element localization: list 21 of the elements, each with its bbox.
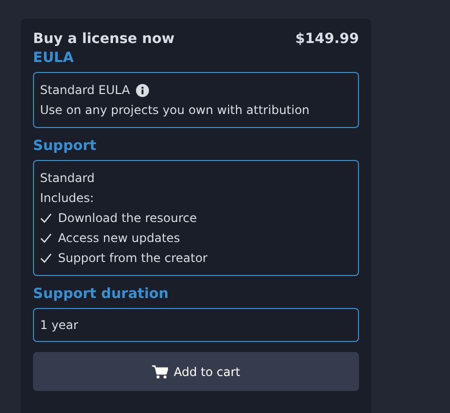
card-title: Buy a license now	[33, 31, 175, 47]
support-option[interactable]: Standard Includes: Download the resource Access new updates Support from the creator	[33, 160, 359, 276]
feature-text: Support from the creator	[58, 251, 208, 265]
feature-text: Access new updates	[58, 231, 180, 245]
duration-field[interactable]: 1 year	[33, 308, 359, 342]
section-heading: Support	[33, 138, 98, 154]
section-heading: EULA	[33, 50, 75, 66]
check-icon	[40, 253, 52, 263]
check-icon	[40, 213, 52, 223]
add-to-cart-button[interactable]: Add to cart	[33, 352, 359, 391]
support-name: Standard	[40, 170, 96, 187]
cart-icon	[152, 364, 168, 378]
feature-text: Download the resource	[58, 211, 197, 225]
info-icon[interactable]	[136, 84, 149, 96]
price: $149.99	[295, 31, 359, 47]
eula-description: Use on any projects you own with attribution	[40, 102, 311, 119]
eula-name: Standard EULA	[40, 83, 130, 97]
includes-label: Includes:	[40, 190, 95, 207]
check-icon	[40, 233, 52, 243]
eula-option[interactable]: Standard EULA Use on any projects you own with attribution	[33, 72, 359, 128]
section-heading: Support duration	[33, 286, 170, 302]
